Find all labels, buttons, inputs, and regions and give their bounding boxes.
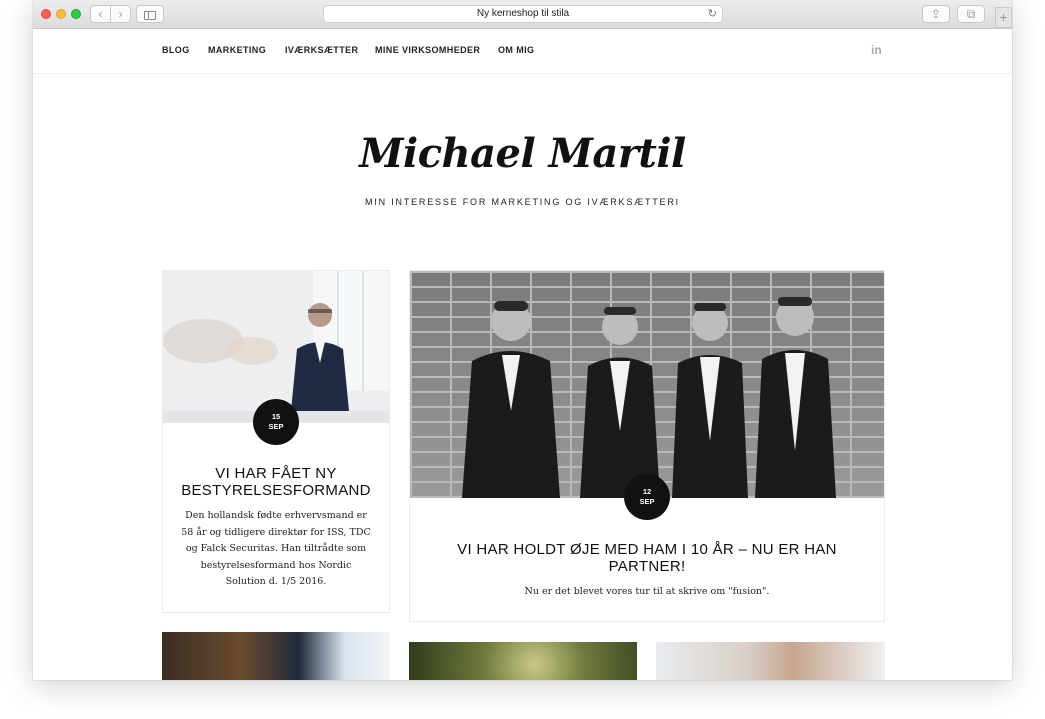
team-photo (462, 297, 836, 498)
address-bar[interactable]: Ny kerneshop til stila ↻ (323, 5, 723, 23)
date-badge: 15 SEP (253, 399, 299, 445)
post-image[interactable] (162, 632, 390, 680)
linkedin-icon[interactable]: in (871, 43, 882, 57)
address-text: Ny kerneshop til stila (476, 8, 570, 19)
chevron-left-icon: ‹ (98, 7, 103, 21)
forward-button[interactable]: › (110, 5, 131, 23)
site-nav: BLOG MARKETING IVÆRKSÆTTER MINE VIRKSOMH… (33, 29, 1012, 74)
post-excerpt: Nu er det blevet vores tur til at skrive… (524, 586, 770, 597)
tabs-icon: ⧉ (966, 7, 976, 21)
post-card[interactable]: 15 SEP VI HAR FÅET NY BESTYRELSESFORMAND… (162, 270, 390, 613)
browser-toolbar: ‹ › Ny kerneshop til stila ↻ ⇪ ⧉ (33, 0, 1012, 29)
nav-item-marketing[interactable]: MARKETING (208, 45, 266, 55)
share-icon: ⇪ (930, 7, 942, 21)
nav-item-ivaerksaetter[interactable]: IVÆRKSÆTTER (285, 45, 358, 55)
post-image[interactable] (656, 642, 885, 680)
nav-item-blog[interactable]: BLOG (162, 45, 190, 55)
date-month: SEP (268, 422, 284, 431)
share-button[interactable]: ⇪ (922, 5, 950, 23)
back-button[interactable]: ‹ (90, 5, 111, 23)
plus-icon: + (999, 9, 1008, 25)
nav-item-mine-virksomheder[interactable]: MINE VIRKSOMHEDER (375, 45, 480, 55)
post-excerpt: Den hollandsk fødte erhvervsmand er 58 å… (181, 510, 371, 587)
date-day: 12 (642, 487, 652, 496)
date-month: SEP (639, 497, 655, 506)
post-image[interactable] (409, 642, 637, 680)
post-card-featured[interactable]: 12 SEP VI HAR HOLDT ØJE MED HAM I 10 ÅR … (409, 270, 885, 622)
post-image[interactable] (410, 271, 884, 498)
nav-item-om-mig[interactable]: OM MIG (498, 45, 534, 55)
minimize-window-button[interactable] (56, 9, 66, 19)
reload-icon[interactable]: ↻ (708, 6, 717, 22)
show-tabs-button[interactable]: ⧉ (957, 5, 985, 23)
close-window-button[interactable] (41, 9, 51, 19)
date-badge: 12 SEP (624, 474, 670, 520)
date-day: 15 (271, 412, 281, 421)
chevron-right-icon: › (118, 7, 123, 21)
post-title[interactable]: VI HAR FÅET NY BESTYRELSESFORMAND (175, 465, 377, 499)
sidebar-icon (144, 11, 156, 20)
zoom-window-button[interactable] (71, 9, 81, 19)
new-tab-button[interactable]: + (995, 7, 1012, 28)
site-logo[interactable]: Michael Martil (33, 130, 1012, 177)
site-tagline: MIN INTERESSE FOR MARKETING OG IVÆRKSÆTT… (365, 197, 680, 207)
sidebar-toggle-button[interactable] (136, 5, 164, 23)
post-title[interactable]: VI HAR HOLDT ØJE MED HAM I 10 ÅR – NU ER… (440, 541, 854, 575)
browser-window: ‹ › Ny kerneshop til stila ↻ ⇪ ⧉ BLOG MA… (33, 0, 1012, 680)
